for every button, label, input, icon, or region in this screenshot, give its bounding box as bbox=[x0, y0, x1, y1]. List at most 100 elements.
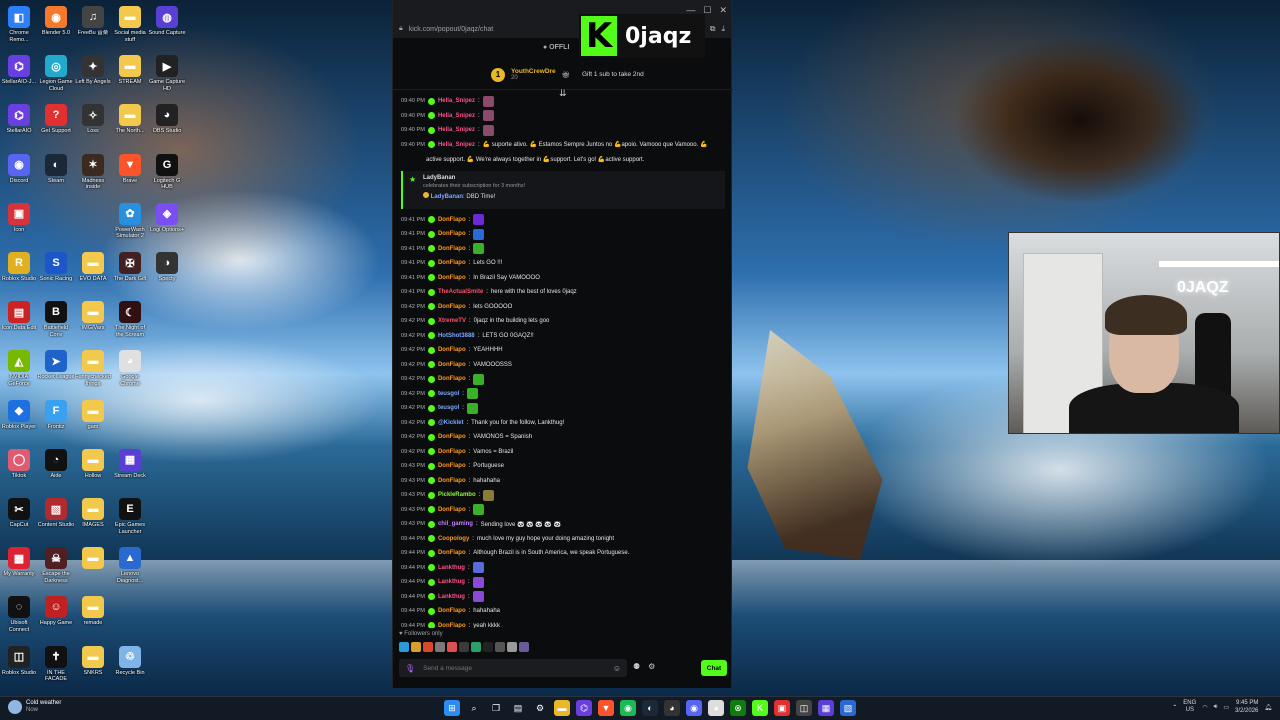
desktop-shortcut[interactable]: ◯ Tiktok bbox=[0, 448, 38, 480]
emote[interactable] bbox=[411, 642, 421, 652]
desktop-shortcut[interactable]: ◧ Chrome Remo... bbox=[0, 6, 38, 43]
chat-message[interactable]: 09:42 PM teusgol: bbox=[401, 387, 725, 402]
stellar-icon[interactable]: ⌬ bbox=[576, 700, 592, 716]
chat-message[interactable]: 09:43 PM DonFlapo: Portuguese bbox=[401, 459, 725, 474]
clock[interactable]: 9:45 PM 3/2/2026 bbox=[1235, 699, 1258, 715]
task-view-icon[interactable]: ❐ bbox=[488, 700, 504, 716]
desktop-shortcut[interactable]: ▬ Hollow bbox=[74, 448, 112, 480]
desktop-shortcut[interactable]: ✠ The Dark Gift bbox=[111, 252, 149, 283]
desktop-shortcut[interactable]: ✂ CapCut bbox=[0, 498, 38, 529]
chat-message[interactable]: 09:44 PM Coopology: much love my guy hope … bbox=[401, 532, 725, 547]
desktop-shortcut[interactable]: ? Get Support bbox=[37, 104, 75, 135]
desktop-shortcut[interactable]: ◍ Sound Capture bbox=[148, 6, 186, 37]
message-username[interactable]: DonFlapo bbox=[438, 304, 466, 310]
desktop-shortcut[interactable]: ▬ The North... bbox=[111, 104, 149, 135]
app-icon[interactable]: ▣ bbox=[774, 700, 790, 716]
desktop-shortcut[interactable]: ☾ The Night of the Scream bbox=[111, 301, 149, 338]
volume-icon[interactable]: 🔊︎ bbox=[1214, 704, 1218, 711]
chat-message[interactable]: 09:40 PM Hella_Snipez: bbox=[401, 123, 725, 138]
message-username[interactable]: @Kicklet bbox=[438, 420, 464, 426]
message-username[interactable]: DonFlapo bbox=[438, 260, 466, 266]
emote[interactable] bbox=[435, 642, 445, 652]
gift-sub-cta[interactable]: Gift 1 sub to take 2nd bbox=[582, 71, 644, 78]
message-username[interactable]: Lankthug bbox=[438, 594, 465, 600]
chat-message-input[interactable] bbox=[423, 664, 605, 672]
message-username[interactable]: DonFlapo bbox=[438, 623, 466, 628]
chat-message[interactable]: 09:44 PM DonFlapo: Although Brazil is in S… bbox=[401, 546, 725, 561]
kick-icon[interactable]: K bbox=[752, 700, 768, 716]
chat-message[interactable]: 09:42 PM DonFlapo: YEAHHHH bbox=[401, 343, 725, 358]
app-icon[interactable]: ▧ bbox=[840, 700, 856, 716]
desktop-shortcut[interactable]: ▧ Content Studio bbox=[37, 498, 75, 529]
spotify-icon[interactable]: ◉ bbox=[620, 700, 636, 716]
desktop-shortcut[interactable]: ◕ OBS Studio bbox=[148, 104, 186, 135]
emote[interactable] bbox=[495, 642, 505, 652]
desktop-shortcut[interactable]: E Epic Games Launcher bbox=[111, 498, 149, 535]
chat-message[interactable]: 09:42 PM XtremeTV:0jaqz in the building l… bbox=[401, 314, 725, 329]
windows-start-icon[interactable]: ⊞ bbox=[444, 700, 460, 716]
chevron-up-icon[interactable]: ⌃ bbox=[1172, 704, 1177, 711]
app-icon[interactable]: ▦ bbox=[818, 700, 834, 716]
desktop-shortcut[interactable]: ◎ Legion Game Cloud bbox=[37, 55, 75, 92]
desktop-shortcut[interactable]: ◔ Aide bbox=[37, 448, 75, 480]
desktop-shortcut[interactable]: S Sonic Racing bbox=[37, 252, 75, 283]
message-username[interactable]: DonFlapo bbox=[438, 246, 466, 252]
battery-icon[interactable]: ▭ bbox=[1223, 704, 1229, 711]
desktop-shortcut[interactable]: ▬ STREAM bbox=[111, 55, 149, 86]
chat-message[interactable]: 09:41 PM DonFlapo: bbox=[401, 242, 725, 257]
desktop-shortcut[interactable]: ☠ Escape the Darkness bbox=[37, 547, 75, 584]
chat-message[interactable]: 09:43 PM DonFlapo: hahahaha bbox=[401, 474, 725, 489]
emote[interactable] bbox=[507, 642, 517, 652]
sub-username[interactable]: LadyBanan bbox=[423, 175, 715, 181]
message-username[interactable]: DonFlapo bbox=[438, 507, 466, 513]
download-icon[interactable]: ⤓ bbox=[721, 24, 725, 34]
desktop-shortcut[interactable]: ▬ IMAGES bbox=[74, 498, 112, 529]
message-username[interactable]: Hella_Snipez bbox=[438, 142, 475, 148]
desktop-shortcut[interactable]: ✦ Left By Angels bbox=[74, 55, 112, 86]
chat-message[interactable]: 09:42 PM teusgol: bbox=[401, 401, 725, 416]
message-username[interactable]: chil_gaming bbox=[438, 521, 473, 527]
message-username[interactable]: Hella_Snipez bbox=[438, 113, 475, 119]
chat-message[interactable]: 09:43 PM chil_gaming: Sending love 🐼 🐼 🐼 🐼… bbox=[401, 517, 725, 532]
app-icon[interactable]: ◫ bbox=[796, 700, 812, 716]
chat-message[interactable]: 09:42 PM DonFlapo: Vamos = Brazil bbox=[401, 445, 725, 460]
desktop-shortcut[interactable]: ▶ Game Capture HD bbox=[148, 55, 186, 92]
chrome-icon[interactable]: ◕ bbox=[708, 700, 724, 716]
emote[interactable] bbox=[471, 642, 481, 652]
desktop-shortcut[interactable]: ◑ Specty bbox=[148, 252, 186, 283]
desktop-shortcut[interactable]: ▬ Funnychecked things bbox=[74, 350, 112, 387]
message-username[interactable]: DonFlapo bbox=[438, 275, 466, 281]
chat-message[interactable]: 09:44 PM Lankthug: bbox=[401, 561, 725, 576]
chat-message[interactable]: 09:42 PM DonFlapo: bbox=[401, 372, 725, 387]
widgets-icon[interactable]: ▤ bbox=[510, 700, 526, 716]
chat-message[interactable]: active support. 💪 We're always together … bbox=[401, 152, 725, 167]
chat-message[interactable]: 09:44 PM Lankthug: bbox=[401, 575, 725, 590]
chat-message[interactable]: 09:42 PM DonFlapo: VAMONOS = Spanish bbox=[401, 430, 725, 445]
send-chat-button[interactable]: Chat bbox=[701, 660, 727, 676]
desktop-shortcut[interactable]: ✿ PowerWash Simulator 2 bbox=[111, 202, 149, 240]
message-username[interactable]: DonFlapo bbox=[438, 362, 466, 368]
chat-message[interactable]: 09:40 PM Hella_Snipez: bbox=[401, 94, 725, 109]
message-username[interactable]: XtremeTV bbox=[438, 318, 466, 324]
desktop-shortcut[interactable]: ▣ Icon bbox=[0, 202, 38, 234]
language-indicator[interactable]: ENG US bbox=[1183, 700, 1196, 714]
extensions-icon[interactable]: ⧉ bbox=[710, 24, 716, 34]
desktop-shortcut[interactable]: ☺ Happy Game bbox=[37, 596, 75, 627]
message-username[interactable]: DonFlapo bbox=[438, 347, 466, 353]
desktop-shortcut[interactable]: ▬ bbox=[74, 547, 112, 571]
message-username[interactable]: teusgol bbox=[438, 391, 459, 397]
desktop-shortcut[interactable]: ♲ Recycle Bin bbox=[111, 645, 149, 677]
message-username[interactable]: DonFlapo bbox=[438, 376, 466, 382]
desktop-shortcut[interactable]: ◭ NVIDIA GeForce bbox=[0, 350, 38, 387]
desktop-shortcut[interactable]: ▦ Stream Deck bbox=[111, 448, 149, 480]
message-username[interactable]: DonFlapo bbox=[438, 231, 466, 237]
chat-message[interactable]: 09:43 PM DonFlapo: bbox=[401, 503, 725, 518]
emote[interactable] bbox=[519, 642, 529, 652]
weather-widget[interactable]: Cold weather Now bbox=[8, 700, 61, 714]
chat-message[interactable]: 09:40 PM Hella_Snipez: bbox=[401, 109, 725, 124]
desktop-shortcut[interactable]: ▼ Brave bbox=[111, 153, 149, 185]
desktop-shortcut[interactable]: ◉ Blender 5.0 bbox=[37, 6, 75, 37]
close-button[interactable]: ✕ bbox=[719, 5, 727, 16]
desktop-shortcut[interactable]: ◈ Logi Options+ bbox=[148, 202, 186, 234]
chat-message[interactable]: 09:42 PM DonFlapo: lets GOOOOO bbox=[401, 300, 725, 315]
